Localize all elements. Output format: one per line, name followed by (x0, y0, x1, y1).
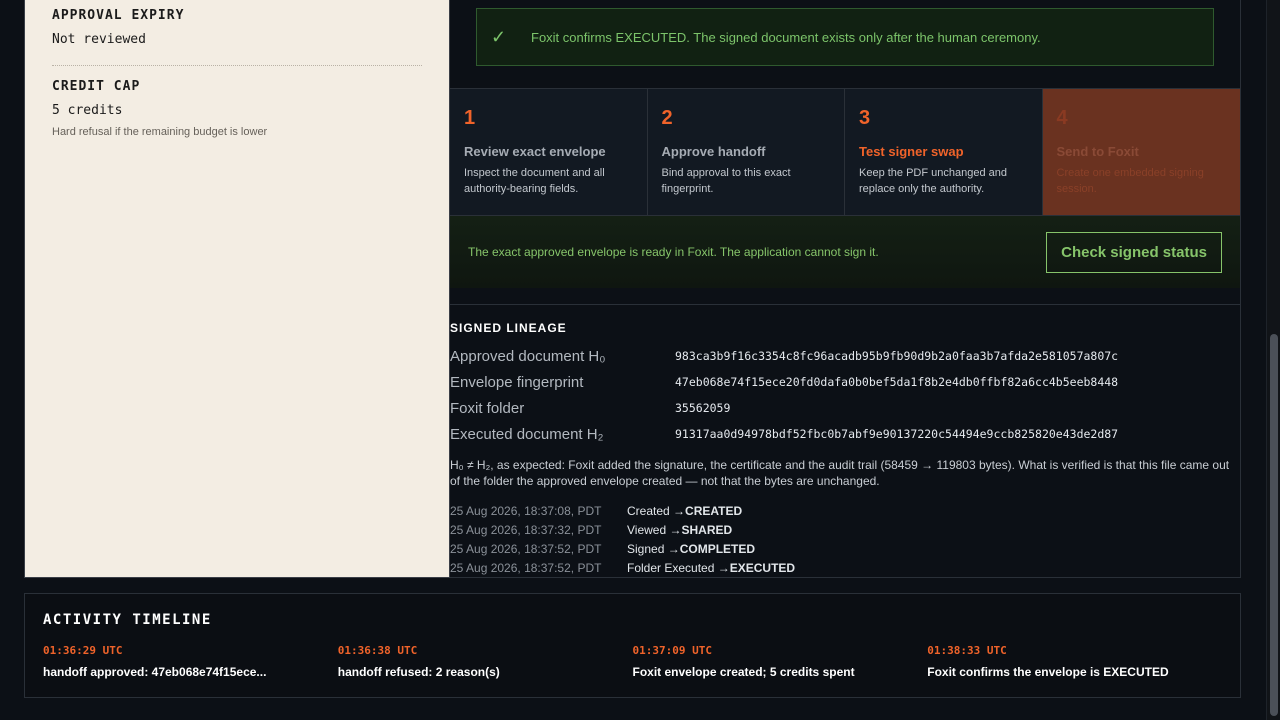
event-row: 25 Aug 2026, 18:37:32, PDT Viewed → SHAR… (450, 520, 1240, 539)
timeline-text: handoff refused: 2 reason(s) (337, 665, 500, 679)
timeline-time: 01:36:29 UTC (43, 644, 123, 657)
step-title: Approve handoff (661, 144, 766, 159)
event-label: Folder Executed → (627, 560, 730, 575)
step-desc: Create one embedded signing session. (1056, 167, 1204, 195)
lineage-key: Approved document H₀ (450, 347, 606, 365)
event-row: 25 Aug 2026, 18:37:52, PDT Folder Execut… (450, 558, 1240, 577)
step-title: Review exact envelope (464, 144, 606, 159)
timeline-time: 01:37:09 UTC (632, 644, 712, 657)
event-timestamp: 25 Aug 2026, 18:37:32, PDT (450, 522, 602, 537)
credit-cap-note: Hard refusal if the remaining budget is … (52, 126, 268, 138)
scrollbar-thumb[interactable] (1270, 334, 1278, 716)
event-label: Viewed → (627, 522, 682, 537)
step-desc: Bind approval to this exact fingerprint. (661, 167, 791, 195)
ready-text: The exact approved envelope is ready in … (468, 245, 879, 259)
step-desc: Keep the PDF unchanged and replace only … (859, 167, 1008, 195)
timeline-item: 01:36:29 UTC handoff approved: 47eb068e7… (43, 644, 338, 679)
event-label: Created → (627, 503, 686, 518)
step-title: Test signer swap (859, 144, 964, 159)
event-timestamp: 25 Aug 2026, 18:37:52, PDT (450, 560, 602, 575)
timeline-item: 01:38:33 UTC Foxit confirms the envelope… (927, 644, 1222, 679)
step-number: 1 (464, 107, 476, 129)
step-desc: Inspect the document and all authority-b… (464, 167, 605, 195)
lineage-title: SIGNED LINEAGE (450, 321, 567, 335)
step-title: Send to Foxit (1056, 144, 1139, 159)
confirm-text: Foxit confirms EXECUTED. The signed docu… (531, 29, 1041, 45)
timeline-text: Foxit envelope created; 5 credits spent (632, 665, 855, 679)
step-number: 2 (661, 107, 673, 129)
lineage-value: 983ca3b9f16c3354c8fc96acadb95b9fb90d9b2a… (675, 349, 1119, 363)
lineage-row-foxit-folder: Foxit folder 35562059 (450, 395, 1240, 421)
main-column: ✓ Foxit confirms EXECUTED. The signed do… (450, 0, 1241, 578)
envelope-ready-banner: The exact approved envelope is ready in … (450, 216, 1240, 288)
lineage-row-envelope-fingerprint: Envelope fingerprint 47eb068e74f15ece20f… (450, 369, 1240, 395)
timeline-item: 01:36:38 UTC handoff refused: 2 reason(s… (338, 644, 633, 679)
page-scrollbar[interactable] (1266, 0, 1280, 720)
event-status: SHARED (681, 522, 733, 537)
step-review-envelope[interactable]: 1 Review exact envelope Inspect the docu… (450, 89, 648, 215)
executed-confirm-banner: ✓ Foxit confirms EXECUTED. The signed do… (476, 8, 1214, 66)
event-timestamp: 25 Aug 2026, 18:37:52, PDT (450, 541, 602, 556)
event-log: 25 Aug 2026, 18:37:08, PDT Created → CRE… (450, 501, 1240, 577)
lineage-value: 91317aa0d94978bdf52fbc0b7abf9e90137220c5… (675, 427, 1119, 441)
lineage-value: 35562059 (675, 401, 731, 415)
lineage-key: Envelope fingerprint (450, 373, 584, 391)
envelope-details-panel: APPROVAL EXPIRY Not reviewed CREDIT CAP … (24, 0, 450, 578)
step-send-to-foxit[interactable]: 4 Send to Foxit Create one embedded sign… (1042, 89, 1240, 215)
step-number: 4 (1056, 107, 1068, 129)
timeline-items: 01:36:29 UTC handoff approved: 47eb068e7… (43, 644, 1222, 679)
timeline-text: handoff approved: 47eb068e74f15ece... (43, 665, 267, 679)
timeline-title: ACTIVITY TIMELINE (43, 612, 212, 628)
event-status: CREATED (685, 503, 743, 518)
lineage-row-executed-hash: Executed document H₂ 91317aa0d94978bdf52… (450, 421, 1240, 447)
lineage-key: Executed document H₂ (450, 425, 604, 443)
check-icon: ✓ (491, 26, 507, 47)
event-row: 25 Aug 2026, 18:37:08, PDT Created → CRE… (450, 501, 1240, 520)
approval-expiry-value: Not reviewed (52, 32, 146, 47)
event-timestamp: 25 Aug 2026, 18:37:08, PDT (450, 503, 602, 518)
timeline-item: 01:37:09 UTC Foxit envelope created; 5 c… (633, 644, 928, 679)
lineage-row-approved-hash: Approved document H₀ 983ca3b9f16c3354c8f… (450, 343, 1240, 369)
lineage-value: 47eb068e74f15ece20fd0dafa0b0bef5da1f8b2e… (675, 375, 1119, 389)
step-approve-handoff[interactable]: 2 Approve handoff Bind approval to this … (647, 89, 845, 215)
step-number: 3 (859, 107, 871, 129)
lineage-key: Foxit folder (450, 399, 525, 417)
event-status: EXECUTED (729, 560, 796, 575)
check-signed-status-button[interactable]: Check signed status (1046, 231, 1222, 273)
step-test-signer-swap[interactable]: 3 Test signer swap Keep the PDF unchange… (845, 89, 1043, 215)
event-row: 25 Aug 2026, 18:37:52, PDT Signed → COMP… (450, 539, 1240, 558)
event-status: COMPLETED (679, 541, 756, 556)
timeline-text: Foxit confirms the envelope is EXECUTED (927, 665, 1169, 679)
divider (52, 65, 422, 66)
credit-cap-label: CREDIT CAP (52, 79, 141, 94)
signed-lineage-section: SIGNED LINEAGE Approved document H₀ 983c… (450, 304, 1240, 577)
timeline-time: 01:36:38 UTC (337, 644, 418, 657)
credit-cap-value: 5 credits (52, 103, 123, 118)
workflow-steps: 1 Review exact envelope Inspect the docu… (450, 88, 1240, 216)
event-label: Signed → (627, 541, 680, 556)
timeline-time: 01:38:33 UTC (927, 644, 1007, 657)
lineage-note: H₀ ≠ H₂, as expected: Foxit added the si… (450, 458, 1230, 488)
approval-expiry-label: APPROVAL EXPIRY (52, 8, 185, 23)
activity-timeline: ACTIVITY TIMELINE 01:36:29 UTC handoff a… (24, 593, 1241, 698)
